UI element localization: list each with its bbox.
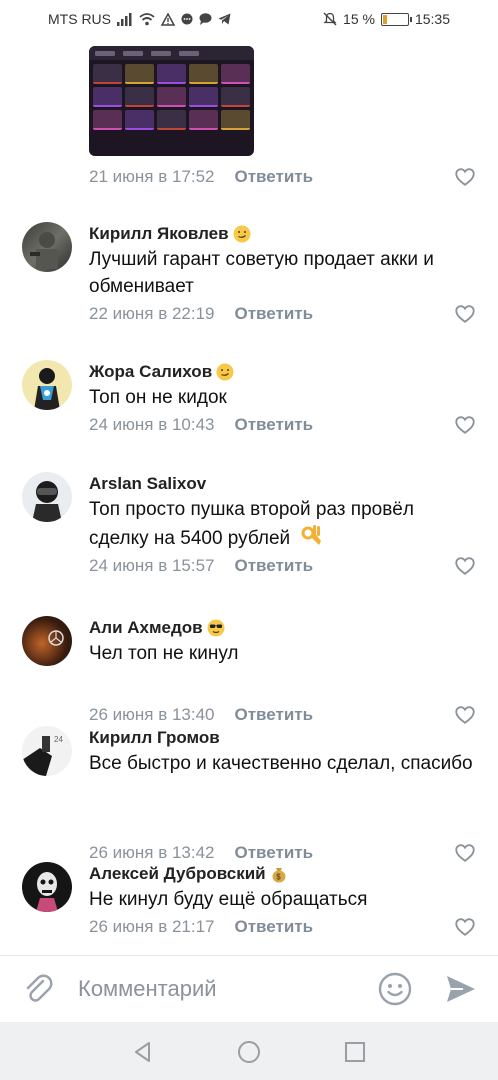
sms-icon: [181, 13, 193, 25]
carrier-label: MTS RUS: [48, 11, 111, 27]
post-meta: 21 июня в 17:52 Ответить: [89, 165, 313, 189]
avatar[interactable]: [22, 360, 72, 410]
reply-button[interactable]: Ответить: [235, 915, 314, 939]
avatar[interactable]: [22, 616, 72, 666]
comment-meta: 24 июня в 15:57 Ответить: [89, 554, 313, 578]
comment-author[interactable]: Кирилл Громов: [89, 726, 478, 750]
post-date: 21 июня в 17:52: [89, 167, 215, 186]
like-icon[interactable]: [454, 166, 476, 188]
reply-button[interactable]: Ответить: [235, 554, 314, 578]
reply-button[interactable]: Ответить: [235, 302, 314, 326]
like-icon[interactable]: [454, 414, 476, 436]
status-bar: MTS RUS 15 % 15:35: [0, 0, 498, 38]
mute-icon: [323, 12, 337, 26]
attach-icon[interactable]: [22, 973, 54, 1005]
system-nav-bar: [0, 1022, 498, 1080]
comment-meta: 22 июня в 22:19 Ответить: [89, 302, 313, 326]
battery-percent: 15 %: [343, 11, 375, 27]
like-icon[interactable]: [454, 555, 476, 577]
reply-button[interactable]: Ответить: [235, 165, 314, 189]
comment-date: 24 июня в 10:43: [89, 415, 215, 434]
comment-author[interactable]: Кирилл Яковлев: [89, 222, 478, 246]
comment-date: 24 июня в 15:57: [89, 556, 215, 575]
reply-button[interactable]: Ответить: [235, 413, 314, 437]
emoji-sunglasses-icon: [207, 619, 225, 637]
send-icon[interactable]: [445, 974, 477, 1004]
signal-icon: [117, 12, 132, 26]
comment-text: Все быстро и качественно сделал, спасибо: [89, 753, 473, 774]
comment-text: Лучший гарант советую продает акки и обм…: [89, 249, 434, 297]
comment-date: 22 июня в 22:19: [89, 304, 215, 323]
comment-text: Топ он не кидок: [89, 387, 227, 408]
like-icon[interactable]: [454, 704, 476, 726]
comment-text: Топ просто пушка второй раз провёл сделк…: [89, 499, 414, 549]
avatar[interactable]: [22, 862, 72, 912]
comment-text: Не кинул буду ещё обращаться: [89, 889, 368, 910]
comment-text: Чел топ не кинул: [89, 643, 239, 664]
comment-author[interactable]: Алексей Дубровский $: [89, 862, 478, 886]
emoji-icon[interactable]: [378, 972, 412, 1006]
like-icon[interactable]: [454, 303, 476, 325]
message-icon: [199, 13, 212, 25]
post-image[interactable]: [89, 46, 254, 156]
clock: 15:35: [414, 11, 450, 27]
battery-fill: [382, 14, 387, 24]
svg-text:24: 24: [54, 735, 63, 744]
svg-text:$: $: [276, 873, 281, 882]
warning-icon: [161, 12, 175, 26]
comment-date: 26 июня в 13:40: [89, 705, 215, 724]
like-icon[interactable]: [454, 842, 476, 864]
battery-icon: [380, 12, 412, 26]
comments-feed[interactable]: 21 июня в 17:52 Ответить Кирилл Яковлев …: [0, 38, 498, 955]
comment-author[interactable]: Али Ахмедов: [89, 616, 478, 640]
emoji-smirk-icon: [216, 363, 234, 381]
emoji-smirk-icon: [233, 225, 251, 243]
comment-date: 26 июня в 21:17: [89, 917, 215, 936]
comment-meta: 26 июня в 13:40 Ответить: [89, 703, 313, 727]
recents-icon[interactable]: [342, 1039, 368, 1065]
ok-hand-emoji-icon: [301, 525, 322, 545]
comment-composer: [0, 955, 498, 1021]
comment-author[interactable]: Arslan Salixov: [89, 472, 478, 496]
comment-input[interactable]: [78, 970, 358, 1008]
avatar[interactable]: [22, 472, 72, 522]
wifi-icon: [139, 12, 155, 25]
avatar[interactable]: [22, 222, 72, 272]
reply-button[interactable]: Ответить: [235, 703, 314, 727]
comment-author[interactable]: Жора Салихов: [89, 360, 478, 384]
comment-meta: 24 июня в 10:43 Ответить: [89, 413, 313, 437]
emoji-money-bag-icon: $: [272, 868, 286, 883]
like-icon[interactable]: [454, 916, 476, 938]
avatar[interactable]: 24: [22, 726, 72, 776]
comment-meta: 26 июня в 21:17 Ответить: [89, 915, 313, 939]
back-icon[interactable]: [130, 1039, 156, 1065]
telegram-icon: [218, 13, 231, 25]
home-icon[interactable]: [236, 1039, 262, 1065]
